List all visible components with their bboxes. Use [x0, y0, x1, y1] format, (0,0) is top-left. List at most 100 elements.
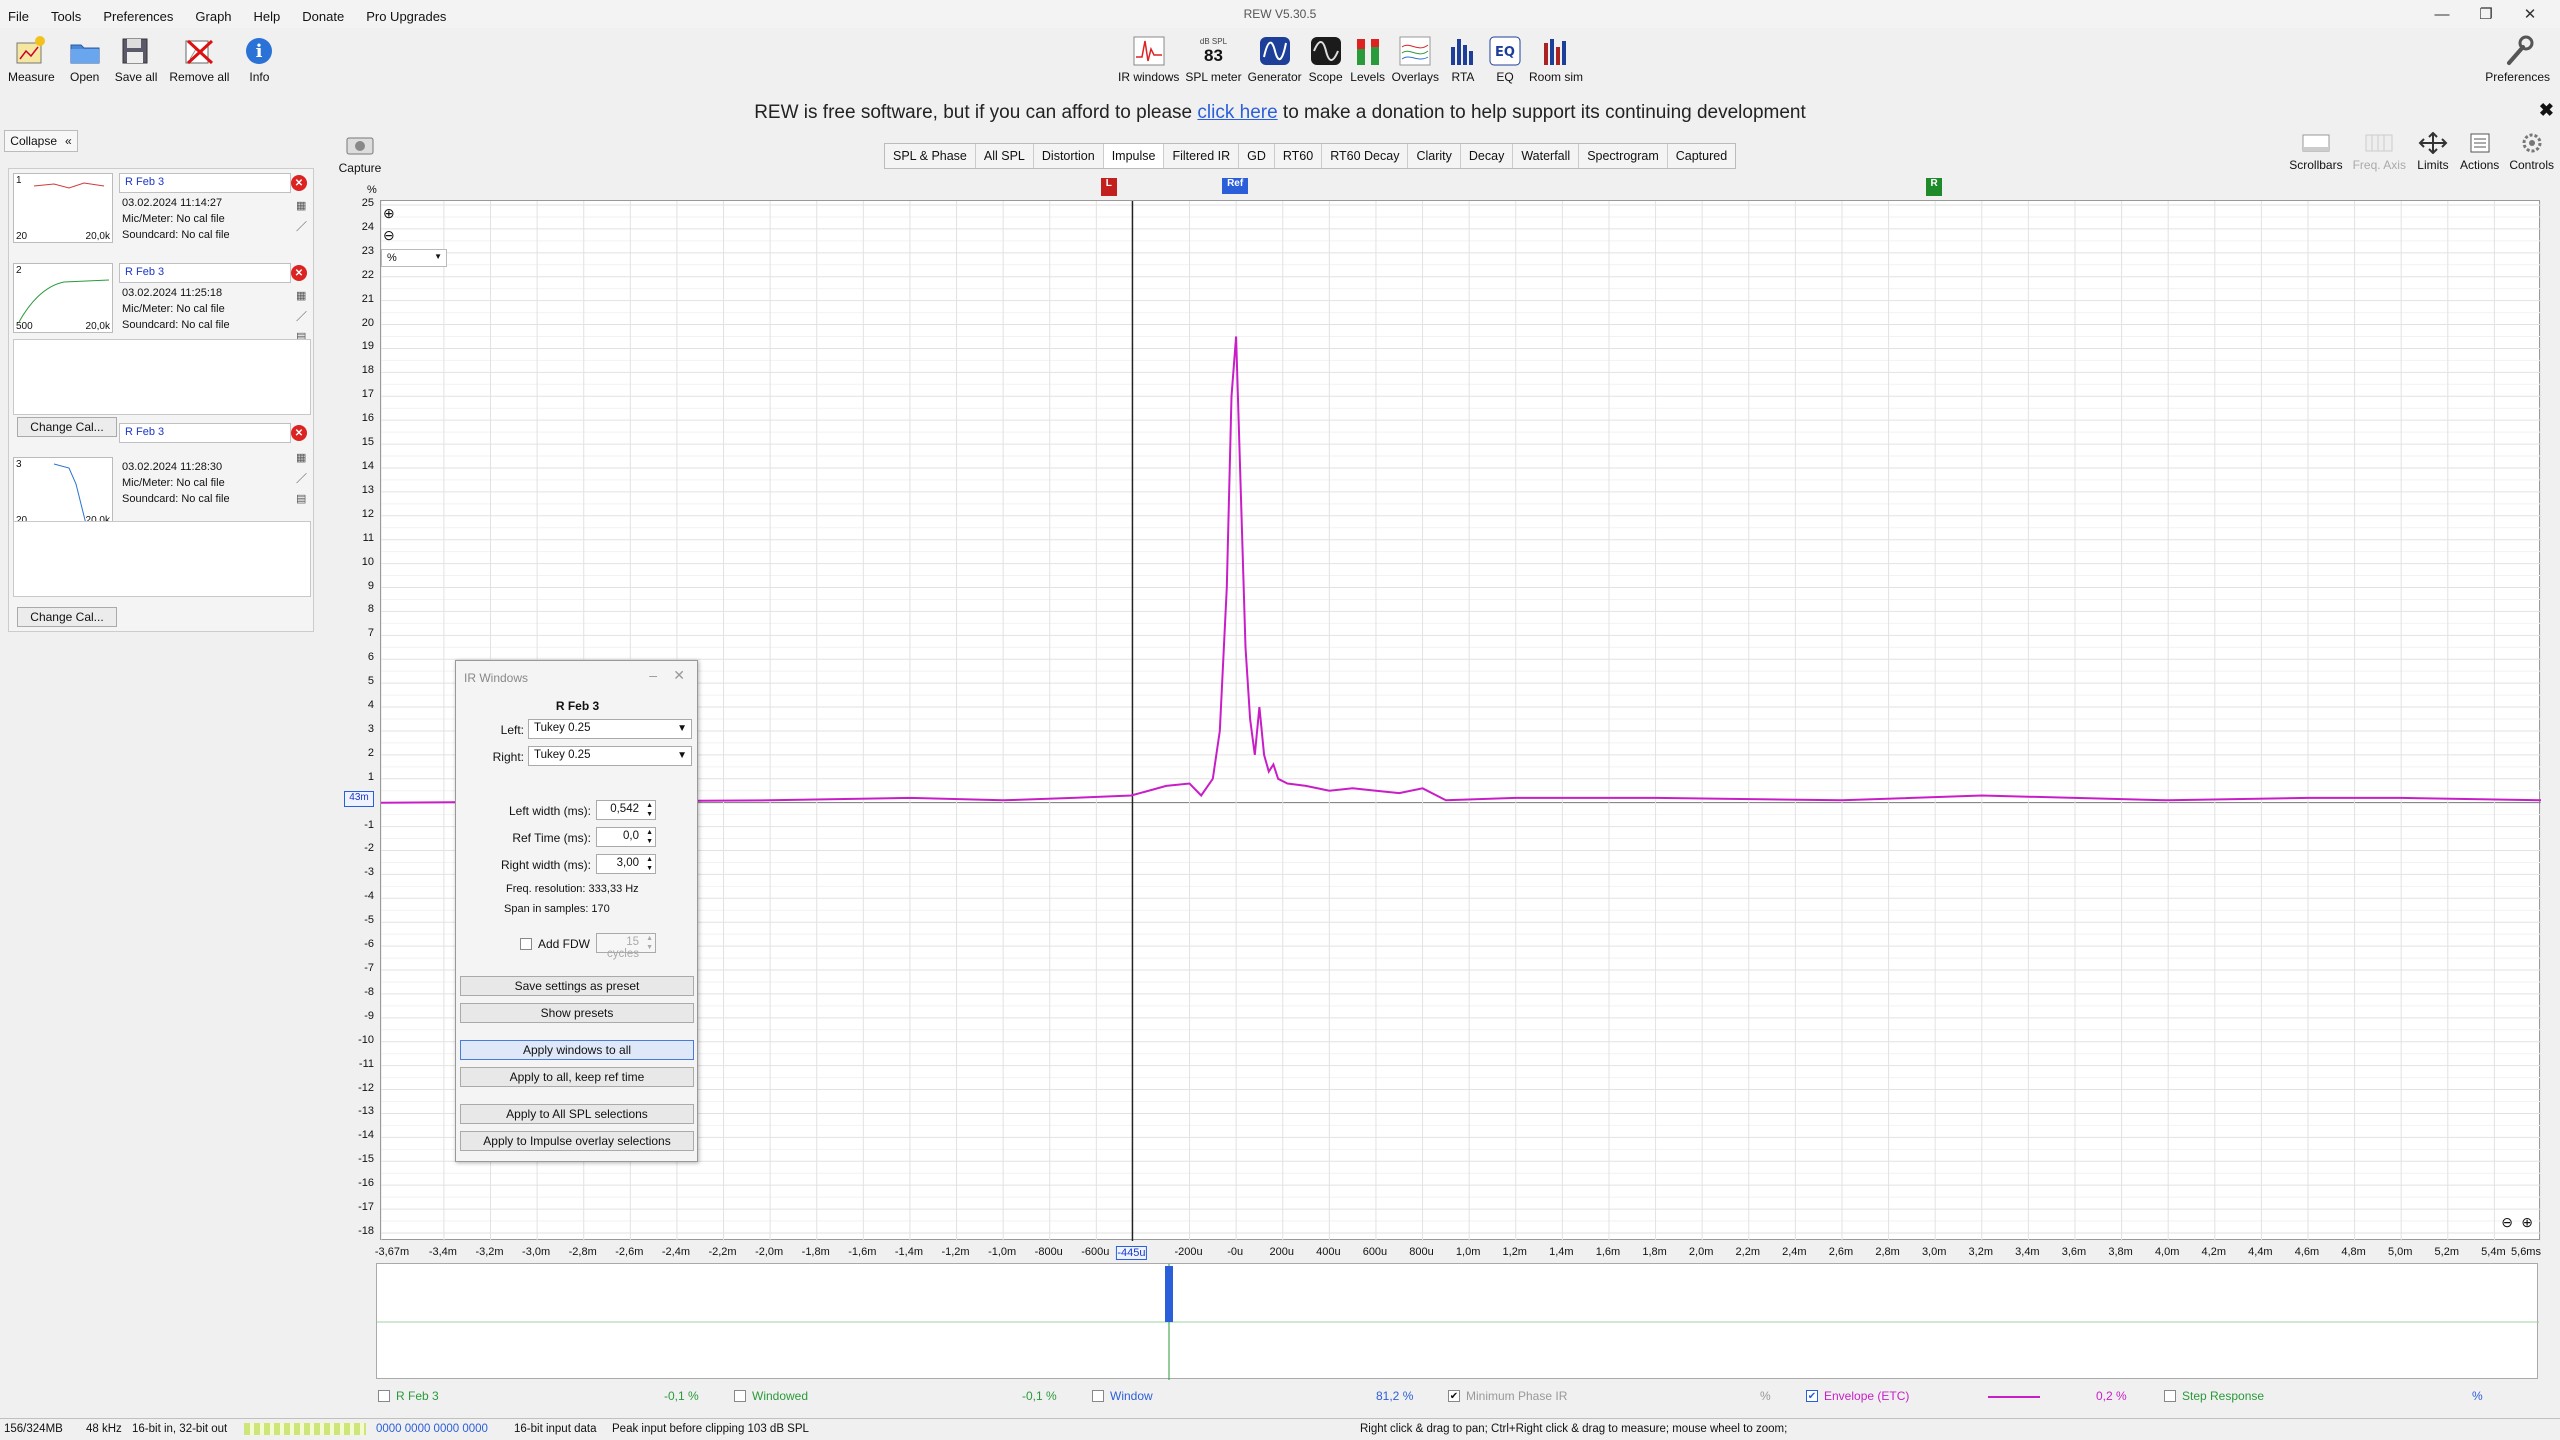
- save-settings-as-preset-button[interactable]: Save settings as preset: [460, 976, 694, 996]
- tab-filtered-ir[interactable]: Filtered IR: [1164, 144, 1240, 168]
- pen-icon[interactable]: ／: [296, 470, 307, 486]
- spinner-icon[interactable]: ▲ ▼: [646, 934, 653, 952]
- limits-button[interactable]: Limits: [2416, 132, 2450, 172]
- overlays-button[interactable]: Overlays: [1392, 34, 1439, 84]
- collapse-button[interactable]: Collapse «: [4, 130, 78, 152]
- show-presets-button[interactable]: Show presets: [460, 1003, 694, 1023]
- checkbox[interactable]: [378, 1390, 390, 1402]
- donation-link[interactable]: click here: [1197, 102, 1277, 123]
- unit-select[interactable]: % ▼: [381, 249, 447, 267]
- plot-canvas[interactable]: [380, 201, 2542, 1246]
- tab-distortion[interactable]: Distortion: [1034, 144, 1104, 168]
- freq-axis-button[interactable]: Freq. Axis: [2353, 132, 2406, 172]
- impulse-plot[interactable]: ⊕ ⊖ % ▼ ⊖ ⊕: [380, 200, 2542, 1246]
- preferences-button[interactable]: Preferences: [2485, 34, 2550, 84]
- rta-button[interactable]: RTA: [1445, 34, 1481, 84]
- tab-decay[interactable]: Decay: [1461, 144, 1514, 168]
- legend-item-windowed[interactable]: Windowed: [734, 1389, 808, 1403]
- left-window-marker[interactable]: L: [1100, 178, 1117, 196]
- capture-button[interactable]: Capture: [338, 134, 382, 175]
- apply-to-all-spl-selections-button[interactable]: Apply to All SPL selections: [460, 1104, 694, 1124]
- spinner-icon[interactable]: ▲ ▼: [646, 801, 653, 819]
- change-cal-button[interactable]: Change Cal...: [17, 607, 117, 627]
- close-window-button[interactable]: ✕: [2508, 2, 2552, 26]
- x-zoom-in-icon[interactable]: ⊕: [2521, 1214, 2533, 1231]
- zoom-out-icon[interactable]: ⊖: [383, 227, 395, 244]
- ir-windows-button[interactable]: IR windows: [1118, 34, 1179, 84]
- right-width-input[interactable]: 3,00 ▲ ▼: [596, 854, 656, 874]
- graph-settings-icon[interactable]: ▦: [296, 451, 307, 464]
- left-window-type-select[interactable]: Tukey 0.25 ▼: [528, 719, 692, 739]
- legend-item-r-feb-3[interactable]: R Feb 3: [378, 1389, 439, 1403]
- ref-time-input[interactable]: 0,0 ▲ ▼: [596, 827, 656, 847]
- legend-item-step-response[interactable]: Step Response: [2164, 1389, 2264, 1403]
- spl-meter-button[interactable]: dB SPL 83 SPL meter: [1185, 34, 1241, 85]
- measurement-card[interactable]: 1 20 20,0k R Feb 3 03.02.2024 11:14:27 M…: [9, 169, 313, 261]
- checkbox[interactable]: [520, 938, 532, 950]
- left-width-input[interactable]: 0,542 ▲ ▼: [596, 800, 656, 820]
- graph-settings-icon[interactable]: ▦: [296, 289, 307, 302]
- tab-captured[interactable]: Captured: [1668, 144, 1735, 168]
- delete-measurement-icon[interactable]: ✕: [291, 265, 307, 281]
- save-all-button[interactable]: Save all: [115, 34, 157, 84]
- delete-measurement-icon[interactable]: ✕: [291, 175, 307, 191]
- pen-icon[interactable]: ／: [296, 218, 307, 234]
- actions-button[interactable]: Actions: [2460, 132, 2499, 172]
- tab-spl-phase[interactable]: SPL & Phase: [885, 144, 976, 168]
- apply-to-impulse-overlay-selections-button[interactable]: Apply to Impulse overlay selections: [460, 1131, 694, 1151]
- tab-all-spl[interactable]: All SPL: [976, 144, 1034, 168]
- measurement-name-field[interactable]: R Feb 3: [119, 423, 291, 443]
- tab-spectrogram[interactable]: Spectrogram: [1579, 144, 1668, 168]
- x-zoom-out-icon[interactable]: ⊖: [2501, 1214, 2513, 1231]
- pen-icon[interactable]: ／: [296, 308, 307, 324]
- zoom-in-icon[interactable]: ⊕: [383, 205, 395, 222]
- spinner-icon[interactable]: ▲ ▼: [646, 828, 653, 846]
- legend-item-minimum-phase-ir[interactable]: ✔ Minimum Phase IR: [1448, 1389, 1567, 1403]
- tab-impulse[interactable]: Impulse: [1103, 144, 1165, 168]
- minimize-button[interactable]: —: [2420, 2, 2464, 26]
- measure-button[interactable]: Measure: [8, 34, 55, 84]
- remove-all-button[interactable]: Remove all: [169, 34, 229, 84]
- controls-button[interactable]: Controls: [2509, 132, 2554, 172]
- apply-windows-to-all-button[interactable]: Apply windows to all: [460, 1040, 694, 1060]
- notes-icon[interactable]: ▤: [296, 492, 307, 505]
- close-dialog-icon[interactable]: ✕: [673, 667, 685, 684]
- y-tick-label: 2: [367, 746, 374, 759]
- checkbox[interactable]: [734, 1390, 746, 1402]
- eq-button[interactable]: EQ EQ: [1487, 34, 1523, 84]
- tab-rt60[interactable]: RT60: [1275, 144, 1323, 168]
- tab-gd[interactable]: GD: [1239, 144, 1275, 168]
- room-sim-button[interactable]: Room sim: [1529, 34, 1583, 84]
- maximize-button[interactable]: ❐: [2464, 2, 2508, 26]
- checkbox[interactable]: ✔: [1448, 1390, 1460, 1402]
- info-button[interactable]: i Info: [241, 34, 277, 84]
- spinner-icon[interactable]: ▲ ▼: [646, 855, 653, 873]
- overview-strip[interactable]: [376, 1263, 2539, 1380]
- measurement-card[interactable]: 2 500 20,0k R Feb 3 03.02.2024 11:25:18 …: [9, 259, 313, 351]
- checkbox[interactable]: ✔: [1806, 1390, 1818, 1402]
- right-window-marker[interactable]: R: [1926, 178, 1943, 196]
- checkbox[interactable]: [1092, 1390, 1104, 1402]
- open-button[interactable]: Open: [67, 34, 103, 84]
- scrollbars-button[interactable]: Scrollbars: [2289, 132, 2343, 172]
- apply-to-all-keep-ref-time-button[interactable]: Apply to all, keep ref time: [460, 1067, 694, 1087]
- tab-waterfall[interactable]: Waterfall: [1513, 144, 1580, 168]
- close-banner-button[interactable]: ✖: [2539, 100, 2554, 121]
- legend-item-envelope-etc[interactable]: ✔ Envelope (ETC): [1806, 1389, 1909, 1403]
- notes-area[interactable]: [13, 339, 311, 415]
- add-fdw-checkbox[interactable]: Add FDW: [520, 937, 590, 951]
- generator-button[interactable]: Generator: [1248, 34, 1302, 84]
- minimize-dialog-icon[interactable]: –: [649, 667, 657, 683]
- graph-settings-icon[interactable]: ▦: [296, 199, 307, 212]
- delete-measurement-icon[interactable]: ✕: [291, 425, 307, 441]
- tab-clarity[interactable]: Clarity: [1408, 144, 1461, 168]
- fdw-cycles-input[interactable]: 15 cycles ▲ ▼: [596, 933, 656, 960]
- scope-button[interactable]: Scope: [1308, 34, 1344, 84]
- legend-item-window[interactable]: Window: [1092, 1389, 1153, 1403]
- checkbox[interactable]: [2164, 1390, 2176, 1402]
- notes-area[interactable]: [13, 521, 311, 597]
- right-window-type-select[interactable]: Tukey 0.25 ▼: [528, 746, 692, 766]
- levels-button[interactable]: Levels: [1350, 34, 1386, 84]
- tab-rt60-decay[interactable]: RT60 Decay: [1322, 144, 1409, 168]
- ref-marker[interactable]: Ref: [1222, 178, 1249, 194]
